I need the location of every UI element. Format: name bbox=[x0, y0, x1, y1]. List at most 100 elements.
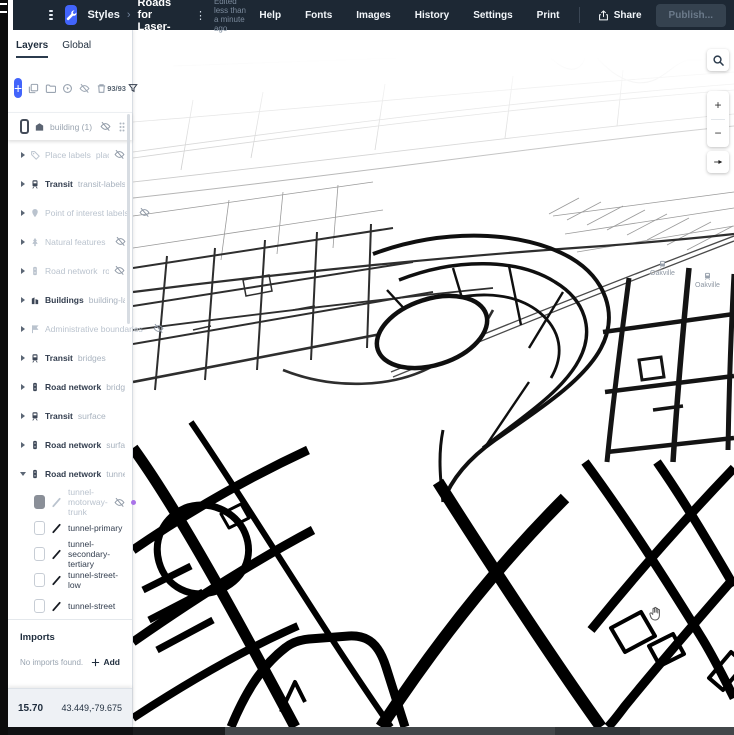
visibility-off-icon[interactable] bbox=[114, 149, 125, 160]
layer-row-building-labels[interactable]: Buildings building-labels bbox=[8, 285, 132, 314]
layer-row-bridges[interactable]: Road network bridges bbox=[8, 372, 132, 401]
zoom-out-button[interactable]: − bbox=[707, 120, 729, 148]
modified-indicator-dot bbox=[130, 499, 136, 505]
layer-name: Transit bbox=[45, 178, 73, 189]
layer-row-tunnels[interactable]: Road network tunnels bbox=[8, 459, 132, 488]
layer-name: Natural features bbox=[45, 236, 106, 247]
expand-caret-icon[interactable] bbox=[21, 209, 25, 216]
tab-layers[interactable]: Layers bbox=[16, 40, 49, 58]
filter-layers-button[interactable]: 93/93 bbox=[107, 83, 138, 93]
layer-row-road-labels[interactable]: Road network road-labels bbox=[8, 256, 132, 285]
road-icon bbox=[30, 469, 40, 479]
imports-section: Imports No imports found. Add bbox=[8, 622, 132, 667]
visibility-off-icon[interactable] bbox=[114, 497, 125, 508]
hide-layer-eye-off-icon[interactable] bbox=[79, 83, 90, 94]
locate-layer-icon[interactable] bbox=[62, 83, 73, 94]
bottom-scroll-bar[interactable] bbox=[8, 727, 734, 735]
style-options-kebab-icon[interactable] bbox=[195, 9, 206, 22]
add-import-button[interactable]: Add bbox=[91, 657, 120, 667]
visibility-off-icon[interactable] bbox=[153, 323, 164, 334]
hamburger-menu-icon[interactable] bbox=[49, 10, 54, 20]
expand-caret-icon[interactable] bbox=[21, 151, 25, 158]
compass-bearing-button[interactable] bbox=[707, 151, 729, 173]
layer-swatch bbox=[34, 547, 45, 561]
delete-layer-trash-icon[interactable] bbox=[96, 83, 107, 94]
layer-row-admin[interactable]: Administrative boundariesadmin bbox=[8, 314, 164, 343]
filter-funnel-icon bbox=[128, 84, 138, 93]
topbar-nav-history[interactable]: History bbox=[415, 10, 449, 21]
map-search-button[interactable] bbox=[707, 49, 729, 71]
style-wrench-icon[interactable] bbox=[65, 5, 78, 25]
duplicate-layer-icon[interactable] bbox=[28, 83, 39, 94]
add-layer-button[interactable]: + bbox=[14, 78, 23, 98]
expand-caret-icon[interactable] bbox=[21, 238, 25, 245]
transit-icon bbox=[30, 179, 40, 189]
expand-caret-icon[interactable] bbox=[21, 267, 25, 274]
drag-handle-icon[interactable] bbox=[118, 121, 126, 133]
layer-name: Point of interest labels bbox=[45, 207, 129, 218]
coordinates-value: 43.449,-79.675 bbox=[61, 703, 122, 713]
layer-id: road-labels bbox=[102, 265, 109, 276]
visibility-off-icon[interactable] bbox=[139, 207, 150, 218]
visibility-off-icon[interactable] bbox=[114, 265, 125, 276]
topbar-nav-print[interactable]: Print bbox=[537, 10, 560, 21]
layer-name: Road network bbox=[45, 468, 102, 479]
expand-caret-icon[interactable] bbox=[21, 354, 25, 361]
visibility-off-icon[interactable] bbox=[100, 121, 111, 132]
layer-swatch bbox=[34, 599, 45, 613]
map-position-footer: 15.70 43.449,-79.675 bbox=[8, 688, 132, 727]
layer-name: Buildings bbox=[45, 294, 84, 305]
layer-swatch bbox=[34, 521, 45, 535]
building-fill-icon bbox=[35, 123, 44, 131]
sublayer-row-tunnel-primary[interactable]: tunnel-primary bbox=[8, 515, 132, 541]
visibility-off-icon[interactable] bbox=[115, 236, 127, 247]
sidebar-tabs: Layers Global bbox=[16, 40, 91, 58]
layer-row-transit-labels[interactable]: Transit transit-labels bbox=[8, 169, 132, 198]
expand-caret-icon[interactable] bbox=[21, 441, 25, 448]
layer-row-place-labels[interactable]: Place labels place-labels bbox=[8, 140, 132, 169]
sublayer-row-tunnel-street[interactable]: tunnel-street bbox=[8, 593, 132, 619]
breadcrumb-styles[interactable]: Styles bbox=[87, 9, 119, 21]
layer-id: tunnels bbox=[106, 468, 125, 479]
line-layer-icon bbox=[51, 575, 62, 586]
topbar-nav-help[interactable]: Help bbox=[259, 10, 281, 21]
group-folder-icon[interactable] bbox=[45, 83, 57, 94]
expand-caret-icon[interactable] bbox=[20, 471, 26, 476]
share-button[interactable]: Share bbox=[598, 10, 642, 21]
sidebar-scrollbar[interactable] bbox=[127, 114, 130, 324]
layer-row-poi-labels[interactable]: Point of interest labelspoi-labels bbox=[8, 198, 150, 227]
tab-global[interactable]: Global bbox=[62, 40, 91, 58]
bottom-bar-segment bbox=[640, 727, 734, 735]
share-icon bbox=[598, 9, 608, 20]
expand-caret-icon[interactable] bbox=[21, 412, 25, 419]
sublayer-row-tunnel-street-low[interactable]: tunnel-street-low bbox=[8, 567, 132, 593]
zoom-in-button[interactable]: + bbox=[707, 91, 729, 119]
topbar-nav-images[interactable]: Images bbox=[356, 10, 390, 21]
layer-row-natural-labels[interactable]: Natural featuresnatural-labels bbox=[8, 227, 132, 256]
sublayer-row-tunnel-secondary-tertiary[interactable]: tunnel-secondary-tertiary bbox=[8, 539, 132, 569]
layer-row-surface[interactable]: Transit surface bbox=[8, 401, 132, 430]
app-window: Styles Solid Roads for Laser-Cutting Edi… bbox=[0, 0, 734, 735]
expand-caret-icon[interactable] bbox=[21, 383, 25, 390]
style-title[interactable]: Solid Roads for Laser-Cutting bbox=[138, 0, 187, 45]
layer-name: Road network bbox=[45, 265, 98, 276]
topbar-nav-fonts[interactable]: Fonts bbox=[305, 10, 332, 21]
layer-name: Road network bbox=[45, 381, 102, 392]
expand-caret-icon[interactable] bbox=[21, 325, 25, 332]
expand-caret-icon[interactable] bbox=[21, 180, 25, 187]
expand-caret-icon[interactable] bbox=[21, 296, 25, 303]
layer-row-surface[interactable]: Road network surface bbox=[8, 430, 132, 459]
map-roads-svg bbox=[133, 35, 734, 727]
topbar-nav-settings[interactable]: Settings bbox=[473, 10, 512, 21]
selected-layer-row[interactable]: building (1) bbox=[8, 112, 132, 140]
layer-id: building-labels bbox=[88, 294, 125, 305]
plus-icon bbox=[92, 658, 100, 666]
map-canvas[interactable]: Oakville Oakville + − bbox=[133, 30, 734, 727]
layer-row-bridges[interactable]: Transit bridges bbox=[8, 343, 132, 372]
publish-button[interactable]: Publish... bbox=[655, 3, 726, 27]
sublayer-row-tunnel-motorway-trunk[interactable]: tunnel-motorway-trunk bbox=[8, 487, 136, 517]
share-label: Share bbox=[613, 9, 642, 21]
line-layer-icon bbox=[51, 601, 62, 612]
building-icon bbox=[30, 295, 40, 305]
layer-filter-count: 93/93 bbox=[107, 83, 126, 93]
